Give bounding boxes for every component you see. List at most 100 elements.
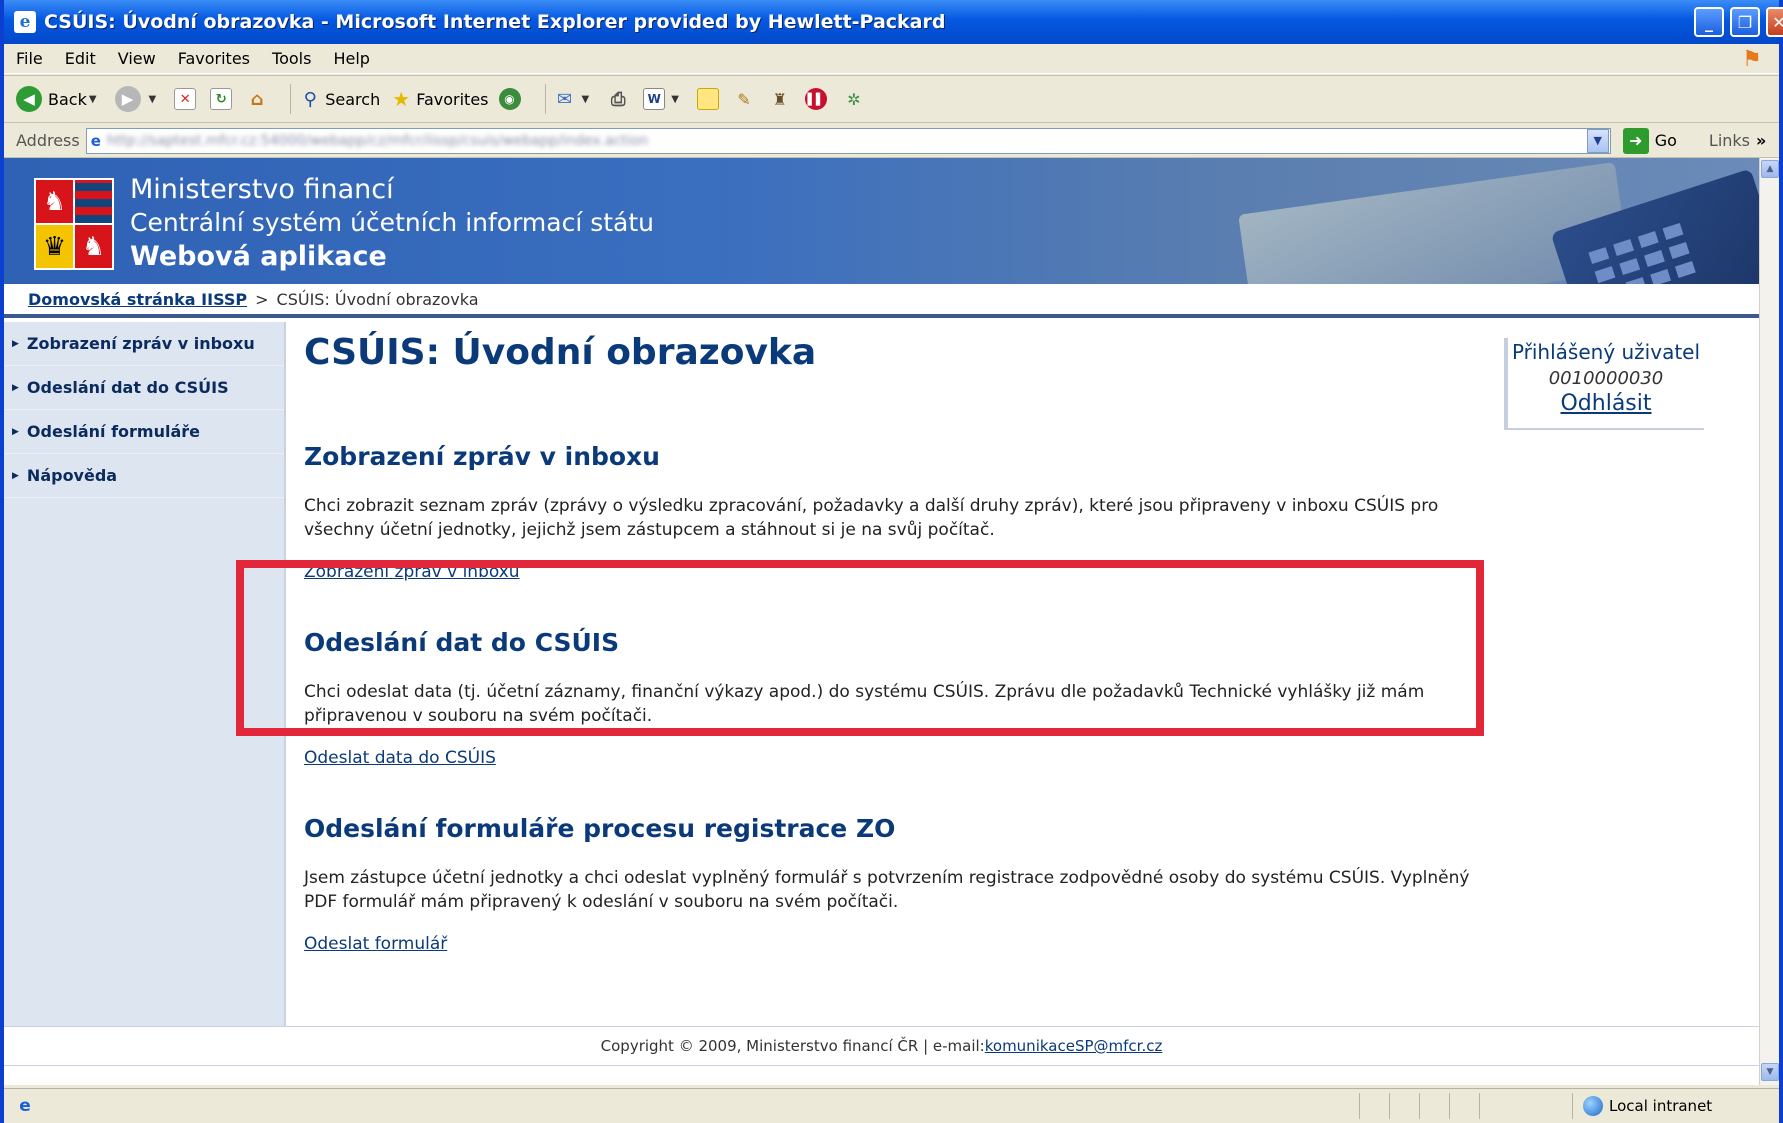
forward-dropdown-icon[interactable]: ▼ [149,94,157,105]
highlight-annotation [236,560,1484,736]
sidebar-item-help[interactable]: ▶ Nápověda [4,454,284,498]
bullet-arrow-icon: ▶ [12,382,19,393]
menu-tools[interactable]: Tools [272,49,311,68]
site-app-name: Webová aplikace [130,241,387,272]
title-bar[interactable]: e CSÚIS: Úvodní obrazovka - Microsoft In… [4,0,1783,44]
scroll-up-icon[interactable]: ▲ [1761,160,1779,178]
lion-icon: ♞ [36,180,73,223]
send-data-link[interactable]: Odeslat data do CSÚIS [304,748,496,768]
sidebar-item-send-form[interactable]: ▶ Odeslání formuláře [4,410,284,454]
sidebar-item-label: Odeslání dat do CSÚIS [26,378,229,397]
site-system-name: Centrální systém účetních informací stát… [130,208,655,237]
zone-label: Local intranet [1609,1097,1713,1115]
home-button[interactable]: ⌂ [246,88,272,110]
footer-text: Copyright © 2009, Ministerstvo financí Č… [600,1037,985,1055]
vertical-scrollbar[interactable]: ▲ ▼ [1759,158,1779,1085]
go-button[interactable]: ➜ Go [1622,127,1677,154]
menu-help[interactable]: Help [333,49,369,68]
globe-icon [1583,1096,1603,1116]
links-chevron-icon[interactable]: » [1756,131,1766,150]
go-label: Go [1654,131,1677,150]
favorites-button[interactable]: ★ Favorites [390,87,488,111]
print-icon: ⎙ [611,88,626,110]
search-button[interactable]: ⚲ Search [299,88,381,110]
scroll-down-icon[interactable]: ▼ [1761,1063,1779,1081]
site-header: ♞ ♛ ♞ Ministerstvo financí Centrální sys… [4,158,1759,284]
messenger-button[interactable]: ♜ [769,88,795,110]
sidebar-item-label: Zobrazení zpráv v inboxu [26,334,255,353]
address-bar: Address e http://saptest.mfcr.cz:54000/w… [4,124,1779,158]
toolbar-separator [544,84,546,114]
security-zone[interactable]: Local intranet [1572,1093,1712,1119]
print-button[interactable]: ⎙ [607,88,633,110]
eagle-checker-icon [75,180,112,223]
menu-favorites[interactable]: Favorites [178,49,250,68]
bullet-arrow-icon: ▶ [12,426,19,437]
addon-icon: ▌▌ [804,88,827,110]
send-form-link[interactable]: Odeslat formulář [304,934,447,954]
lion-icon: ♞ [75,225,112,268]
menu-edit[interactable]: Edit [65,49,96,68]
mail-icon: ✉ [556,88,573,110]
site-org-name: Ministerstvo financí [130,174,394,205]
forward-arrow-icon: ▶ [114,86,141,112]
sidebar-item-inbox[interactable]: ▶ Zobrazení zpráv v inboxu [4,322,284,366]
links-label[interactable]: Links [1709,131,1750,150]
refresh-button[interactable]: ↻ [210,88,236,110]
sidebar-item-send-data[interactable]: ▶ Odeslání dat do CSÚIS [4,366,284,410]
back-button[interactable]: ◀ Back ▼ [16,86,105,112]
menu-file[interactable]: File [16,49,43,68]
mail-button[interactable]: ✉ ▼ [554,88,598,110]
coat-of-arms-icon: ♞ ♛ ♞ [34,178,114,270]
page-viewport: ♞ ♛ ♞ Ministerstvo financí Centrální sys… [4,158,1759,1085]
mail-dropdown-icon[interactable]: ▼ [582,94,590,105]
address-label: Address [16,131,80,150]
word-icon: W [643,88,666,110]
note-icon [696,88,719,110]
footer-email-link[interactable]: komunikaceSP@mfcr.cz [985,1037,1163,1055]
menu-view[interactable]: View [118,49,156,68]
address-input[interactable]: e http://saptest.mfcr.cz:54000/webapp/cz… [85,127,1611,154]
status-bar: e Local intranet [4,1088,1779,1123]
media-button[interactable]: ◉ [498,88,527,110]
favorites-star-icon: ★ [392,87,411,111]
research-button[interactable]: ✎ [733,88,759,110]
discuss-button[interactable] [696,88,723,110]
home-icon: ⌂ [250,88,264,110]
breadcrumb: Domovská stránka IISSP > CSÚIS: Úvodní o… [4,284,1759,318]
section-desc-inbox: Chci zobrazit seznam zpráv (zprávy o výs… [304,496,1439,540]
stop-button[interactable]: ✕ [174,88,200,110]
breadcrumb-home-link[interactable]: Domovská stránka IISSP [28,290,247,309]
status-cell [1479,1093,1480,1119]
refresh-icon: ↻ [210,88,233,110]
status-cell [1359,1093,1360,1119]
status-cell [1449,1093,1450,1119]
section-title-send-form: Odeslání formuláře procesu registrace ZO [304,814,896,843]
go-arrow-icon: ➜ [1622,127,1649,154]
tools-button[interactable]: ✲ [843,88,869,110]
messenger-icon: ♜ [772,89,788,109]
status-cell [1389,1093,1390,1119]
address-dropdown-icon[interactable]: ▼ [1586,128,1609,153]
search-icon: ⚲ [303,88,317,110]
media-icon: ◉ [498,88,521,110]
edit-button[interactable]: W ▼ [643,88,687,110]
edit-dropdown-icon[interactable]: ▼ [671,94,679,105]
logout-link[interactable]: Odhlásit [1560,391,1651,416]
breadcrumb-current: CSÚIS: Úvodní obrazovka [276,289,479,309]
minimize-button[interactable]: _ [1694,7,1724,37]
forward-button[interactable]: ▶ ▼ [114,86,165,112]
addon-button[interactable]: ▌▌ [804,88,833,110]
maximize-button[interactable]: ❐ [1730,7,1760,37]
footer: Copyright © 2009, Ministerstvo financí Č… [4,1026,1759,1066]
stop-icon: ✕ [174,88,197,110]
back-label: Back [48,89,87,109]
address-url: http://saptest.mfcr.cz:54000/webapp/cz/m… [106,132,649,149]
close-button[interactable]: ✕ [1766,7,1783,37]
page-title: CSÚIS: Úvodní obrazovka [304,332,817,373]
tools-icon: ✲ [847,89,861,109]
back-arrow-icon: ◀ [16,86,42,112]
research-icon: ✎ [737,89,751,109]
back-dropdown-icon[interactable]: ▼ [89,94,97,105]
toolbar: ◀ Back ▼ ▶ ▼ ✕ ↻ ⌂ ⚲ Search ★ Favorites … [4,75,1779,123]
